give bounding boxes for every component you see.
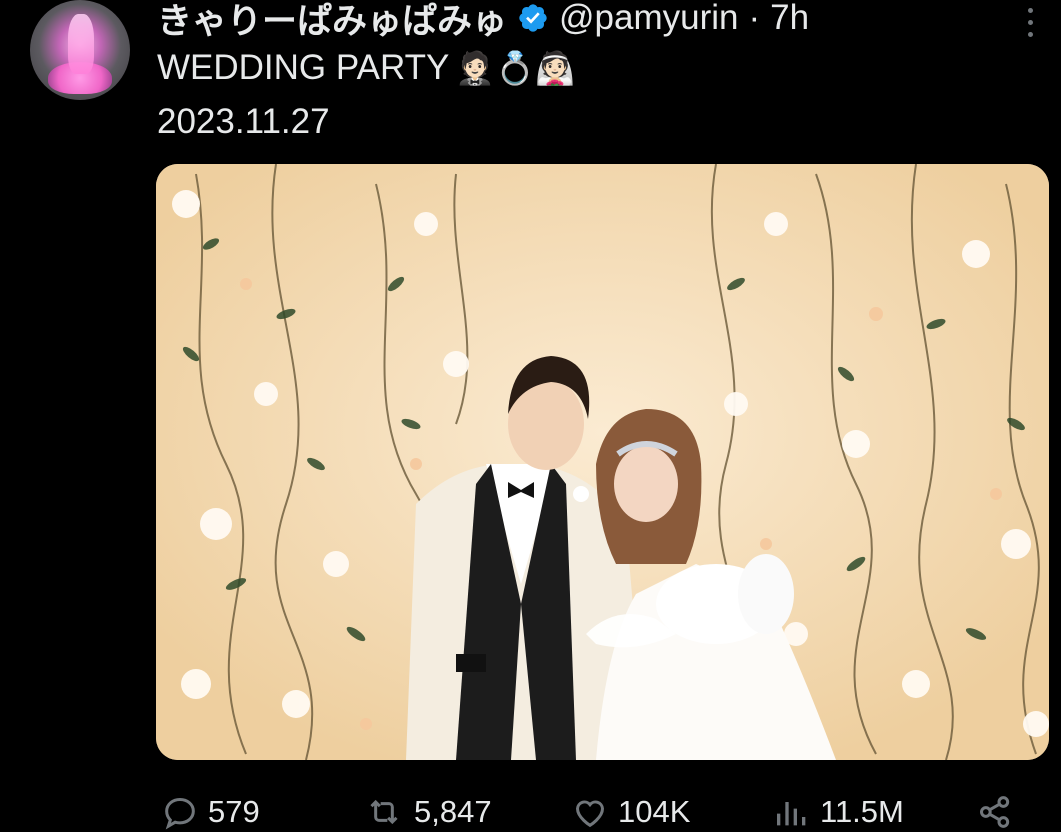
more-dot bbox=[1027, 31, 1033, 37]
views-count: 11.5M bbox=[820, 794, 904, 829]
retweet-icon bbox=[370, 799, 398, 825]
more-dots-icon[interactable] bbox=[1020, 4, 1040, 40]
heart-icon bbox=[575, 800, 605, 828]
views-icon bbox=[777, 802, 806, 826]
tweet-text-date: 2023.11.27 bbox=[157, 102, 330, 141]
avatar-image-figure bbox=[68, 14, 94, 74]
author-display-name[interactable]: きゃりーぱみゅぱみゅ bbox=[157, 0, 507, 44]
reply-count: 579 bbox=[208, 794, 260, 829]
more-dot bbox=[1027, 19, 1033, 25]
reply-button[interactable]: 579 bbox=[160, 792, 260, 832]
like-button[interactable]: 104K bbox=[570, 792, 690, 832]
more-dot bbox=[1027, 7, 1033, 13]
reply-icon bbox=[165, 797, 195, 830]
views-button[interactable]: 11.5M bbox=[772, 792, 904, 832]
tweet-header: きゃりーぱみゅぱみゅ @pamyurin · 7h bbox=[157, 0, 809, 41]
tweet-text-title: WEDDING PARTY bbox=[157, 48, 450, 87]
author-avatar[interactable] bbox=[30, 0, 130, 100]
tweet-emoji: 🤵🏻💍👰🏻 bbox=[455, 50, 575, 86]
tweet-text-line1: WEDDING PARTY 🤵🏻💍👰🏻 bbox=[157, 48, 575, 88]
author-handle[interactable]: @pamyurin bbox=[559, 0, 738, 38]
share-icon bbox=[980, 796, 1010, 828]
wedding-photo-illustration bbox=[156, 164, 1049, 760]
tweet-timestamp[interactable]: 7h bbox=[770, 0, 809, 38]
verified-badge-icon bbox=[519, 4, 547, 32]
tweet-photo[interactable] bbox=[156, 164, 1049, 760]
retweet-button[interactable]: 5,847 bbox=[362, 792, 492, 832]
tweet-actions: 579 5,847 104K 11.5M bbox=[0, 780, 1061, 832]
share-button[interactable] bbox=[974, 792, 1016, 832]
header-separator: · bbox=[748, 0, 761, 37]
retweet-count: 5,847 bbox=[414, 794, 492, 829]
like-count: 104K bbox=[618, 794, 691, 829]
